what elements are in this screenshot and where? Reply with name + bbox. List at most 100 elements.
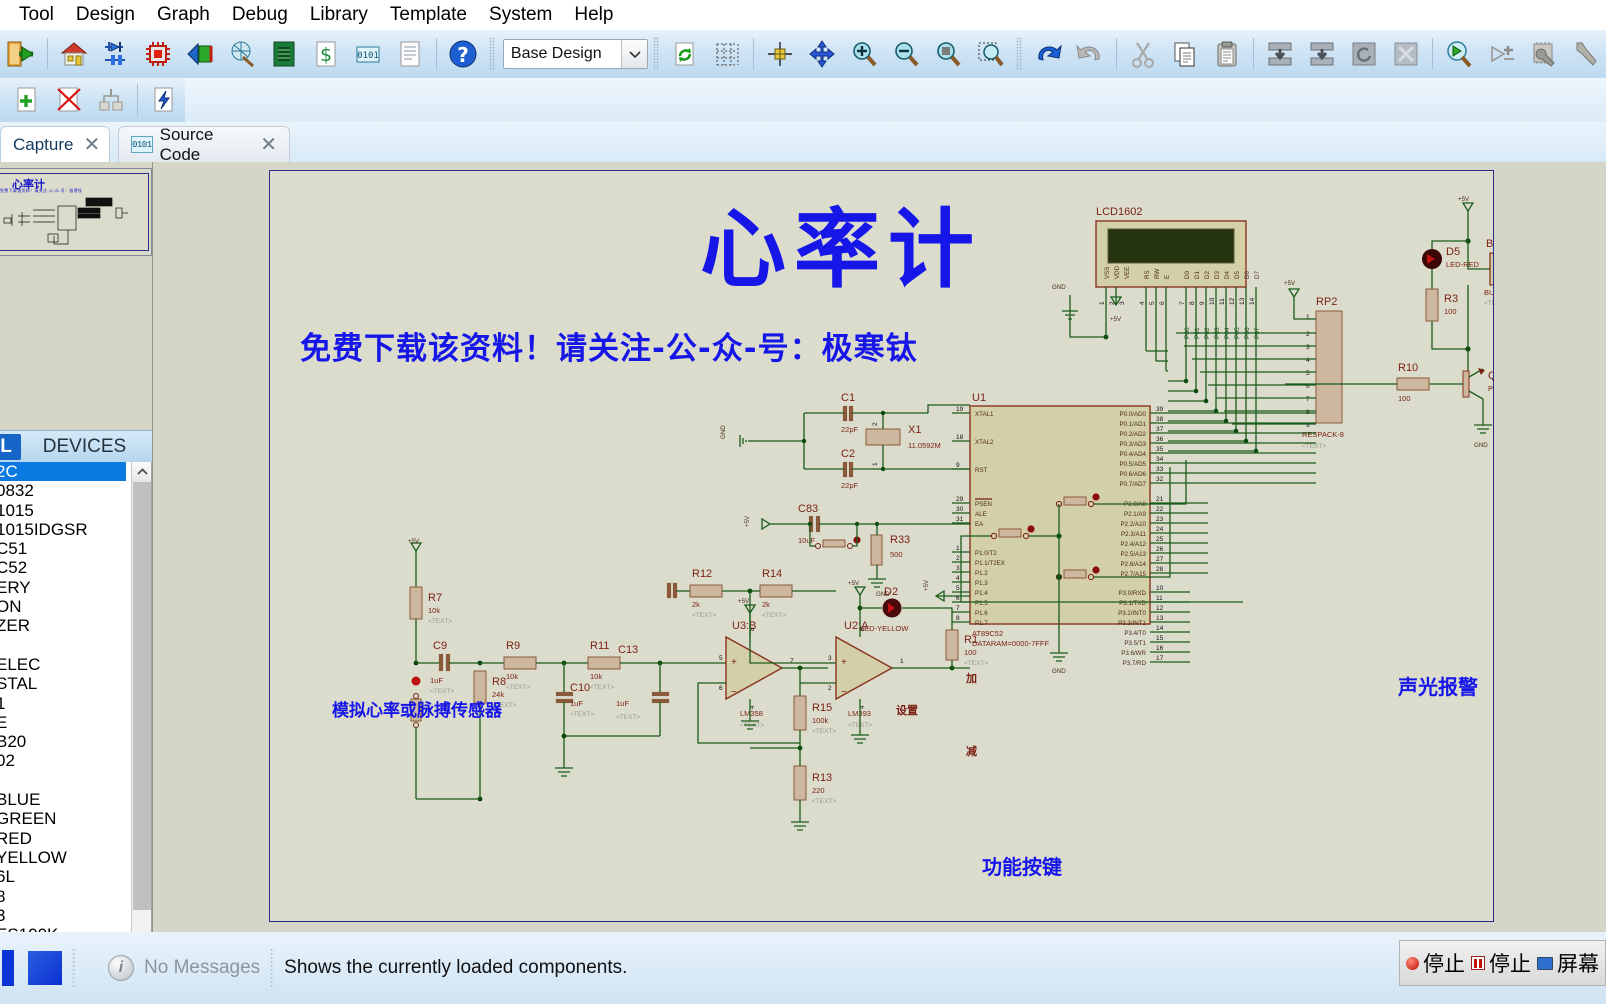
zoom-in-icon[interactable] (843, 33, 885, 75)
device-list-item[interactable]: 2C (0, 462, 126, 482)
device-list-item[interactable]: YELLOW (0, 848, 132, 867)
device-list-item[interactable]: 1015IDGSR (0, 520, 132, 539)
device-list-item[interactable]: ON (0, 597, 132, 616)
block-delete-icon[interactable] (1385, 33, 1427, 75)
menu-item-template[interactable]: Template (379, 2, 478, 28)
back-annotate-icon[interactable] (179, 33, 221, 75)
pick-device-icon[interactable] (1438, 33, 1480, 75)
feedback-network: R12 2k <TEXT> R14 2k <TEXT> (666, 568, 836, 619)
remove-sheet-icon[interactable] (48, 79, 90, 121)
device-list-item[interactable]: RED (0, 829, 132, 848)
packaging-tool-icon[interactable] (1522, 33, 1564, 75)
tab-capture[interactable]: Capture ✕ (0, 126, 110, 162)
svg-text:LED-YELLOW: LED-YELLOW (860, 624, 909, 633)
device-list-item[interactable] (0, 771, 132, 790)
decompose-icon[interactable] (1564, 33, 1606, 75)
device-list-item[interactable]: E (0, 713, 132, 732)
device-list-item[interactable]: BLUE (0, 790, 132, 809)
device-list-item[interactable]: GREEN (0, 809, 132, 828)
device-list-item[interactable] (0, 636, 132, 655)
svg-text:<TEXT>: <TEXT> (616, 714, 640, 721)
preview-panel[interactable]: 心率计 免费下载该资料！请关注-公-众-号：极寒钛 (0, 168, 152, 256)
device-list-item[interactable]: 8 (0, 887, 132, 906)
toolbar-grip[interactable] (489, 37, 495, 71)
device-list-item[interactable]: C51 (0, 539, 132, 558)
block-move-icon[interactable] (1301, 33, 1343, 75)
menu-item-graph[interactable]: Graph (146, 2, 221, 28)
copy-icon[interactable] (1164, 33, 1206, 75)
chevron-down-icon[interactable] (621, 40, 648, 68)
report-icon[interactable] (389, 33, 431, 75)
component-icon[interactable] (95, 33, 137, 75)
device-list-item[interactable]: 6L (0, 867, 132, 886)
sim-stop-button[interactable]: 停止 (1406, 948, 1465, 978)
device-list-item[interactable]: ZER (0, 616, 132, 635)
devices-list[interactable]: 2C083210151015IDGSRC51C52ERYONZER ELECSTA… (0, 462, 152, 1004)
new-sheet-icon[interactable] (6, 79, 48, 121)
device-list-item[interactable]: 3 (0, 906, 132, 925)
device-list-item[interactable]: ELEC (0, 655, 132, 674)
led-d2: D2 LED-YELLOW R1 100 <TEXT> (860, 586, 988, 668)
toolbar-grip[interactable] (1016, 37, 1023, 71)
menu-item-library[interactable]: Library (299, 2, 379, 28)
menu-item-tool[interactable]: Tool (8, 2, 65, 28)
device-list-item[interactable]: STAL (0, 674, 132, 693)
sim-pause-button[interactable]: 停止 (1471, 948, 1531, 978)
r10-val: 100 (1398, 394, 1411, 403)
home-icon[interactable] (53, 33, 95, 75)
cut-icon[interactable] (1122, 33, 1164, 75)
scroll-up-icon[interactable] (132, 462, 151, 482)
menu-item-debug[interactable]: Debug (221, 2, 299, 28)
design-selector[interactable]: Base Design (502, 39, 649, 69)
grid-icon[interactable] (706, 33, 748, 75)
zoom-out-icon[interactable] (885, 33, 927, 75)
exit-sheet-icon[interactable] (90, 79, 132, 121)
device-list-item[interactable]: 1 (0, 694, 132, 713)
device-list-item[interactable]: ERY (0, 578, 132, 597)
undo-icon[interactable] (1027, 33, 1069, 75)
toolbar-grip[interactable] (653, 37, 660, 71)
toolbar-group-file: $ 0101 ? (0, 32, 484, 76)
menu-item-help[interactable]: Help (563, 2, 624, 28)
svg-text:5: 5 (719, 655, 723, 662)
svg-text:<TEXT>: <TEXT> (762, 612, 786, 619)
device-list-item[interactable]: 1015 (0, 501, 132, 520)
exit-icon[interactable] (0, 33, 42, 75)
pan-icon[interactable] (801, 33, 843, 75)
close-icon[interactable]: ✕ (83, 132, 100, 157)
svg-text:+: + (731, 657, 737, 668)
screen-button[interactable]: 屏幕 (1537, 948, 1599, 978)
devices-scrollbar[interactable] (131, 462, 151, 1004)
bill-of-materials-icon[interactable]: $ (305, 33, 347, 75)
paste-icon[interactable] (1206, 33, 1248, 75)
device-list-item[interactable]: C52 (0, 558, 132, 577)
device-list-item[interactable]: 0832 (0, 481, 132, 500)
svg-text:22pF: 22pF (841, 481, 859, 490)
refresh-icon[interactable] (664, 33, 706, 75)
device-list-item[interactable]: B20 (0, 732, 132, 751)
help-icon[interactable]: ? (442, 33, 484, 75)
chip-icon[interactable] (137, 33, 179, 75)
tab-source-code[interactable]: 0101 Source Code ✕ (118, 125, 290, 164)
block-copy-icon[interactable] (1259, 33, 1301, 75)
menu-item-design[interactable]: Design (65, 2, 146, 28)
pcb-icon[interactable] (263, 33, 305, 75)
schematic-sheet[interactable]: 心率计 免费下载该资料！请关注-公-众-号：极寒钛 .w { stroke:#1… (269, 170, 1494, 922)
goto-sheet-icon[interactable] (143, 79, 185, 121)
redo-icon[interactable] (1069, 33, 1111, 75)
status-color-swatch-2[interactable] (28, 951, 62, 985)
source-code-icon[interactable]: 0101 (347, 33, 389, 75)
q2-val: PNP (1488, 384, 1494, 393)
schematic-canvas[interactable]: 心率计 免费下载该资料！请关注-公-众-号：极寒钛 .w { stroke:#1… (152, 162, 1606, 932)
device-list-item[interactable]: 02 (0, 751, 132, 770)
make-device-icon[interactable] (1480, 33, 1522, 75)
zoom-all-icon[interactable] (927, 33, 969, 75)
mcu-pin-label: P3.3/INT1 (1118, 620, 1146, 627)
zoom-area-icon[interactable] (969, 33, 1011, 75)
origin-icon[interactable] (759, 33, 801, 75)
menu-item-system[interactable]: System (478, 2, 563, 28)
close-icon[interactable]: ✕ (260, 132, 277, 157)
netlist-icon[interactable] (221, 33, 263, 75)
block-rotate-icon[interactable] (1343, 33, 1385, 75)
scrollbar-thumb[interactable] (133, 482, 151, 910)
